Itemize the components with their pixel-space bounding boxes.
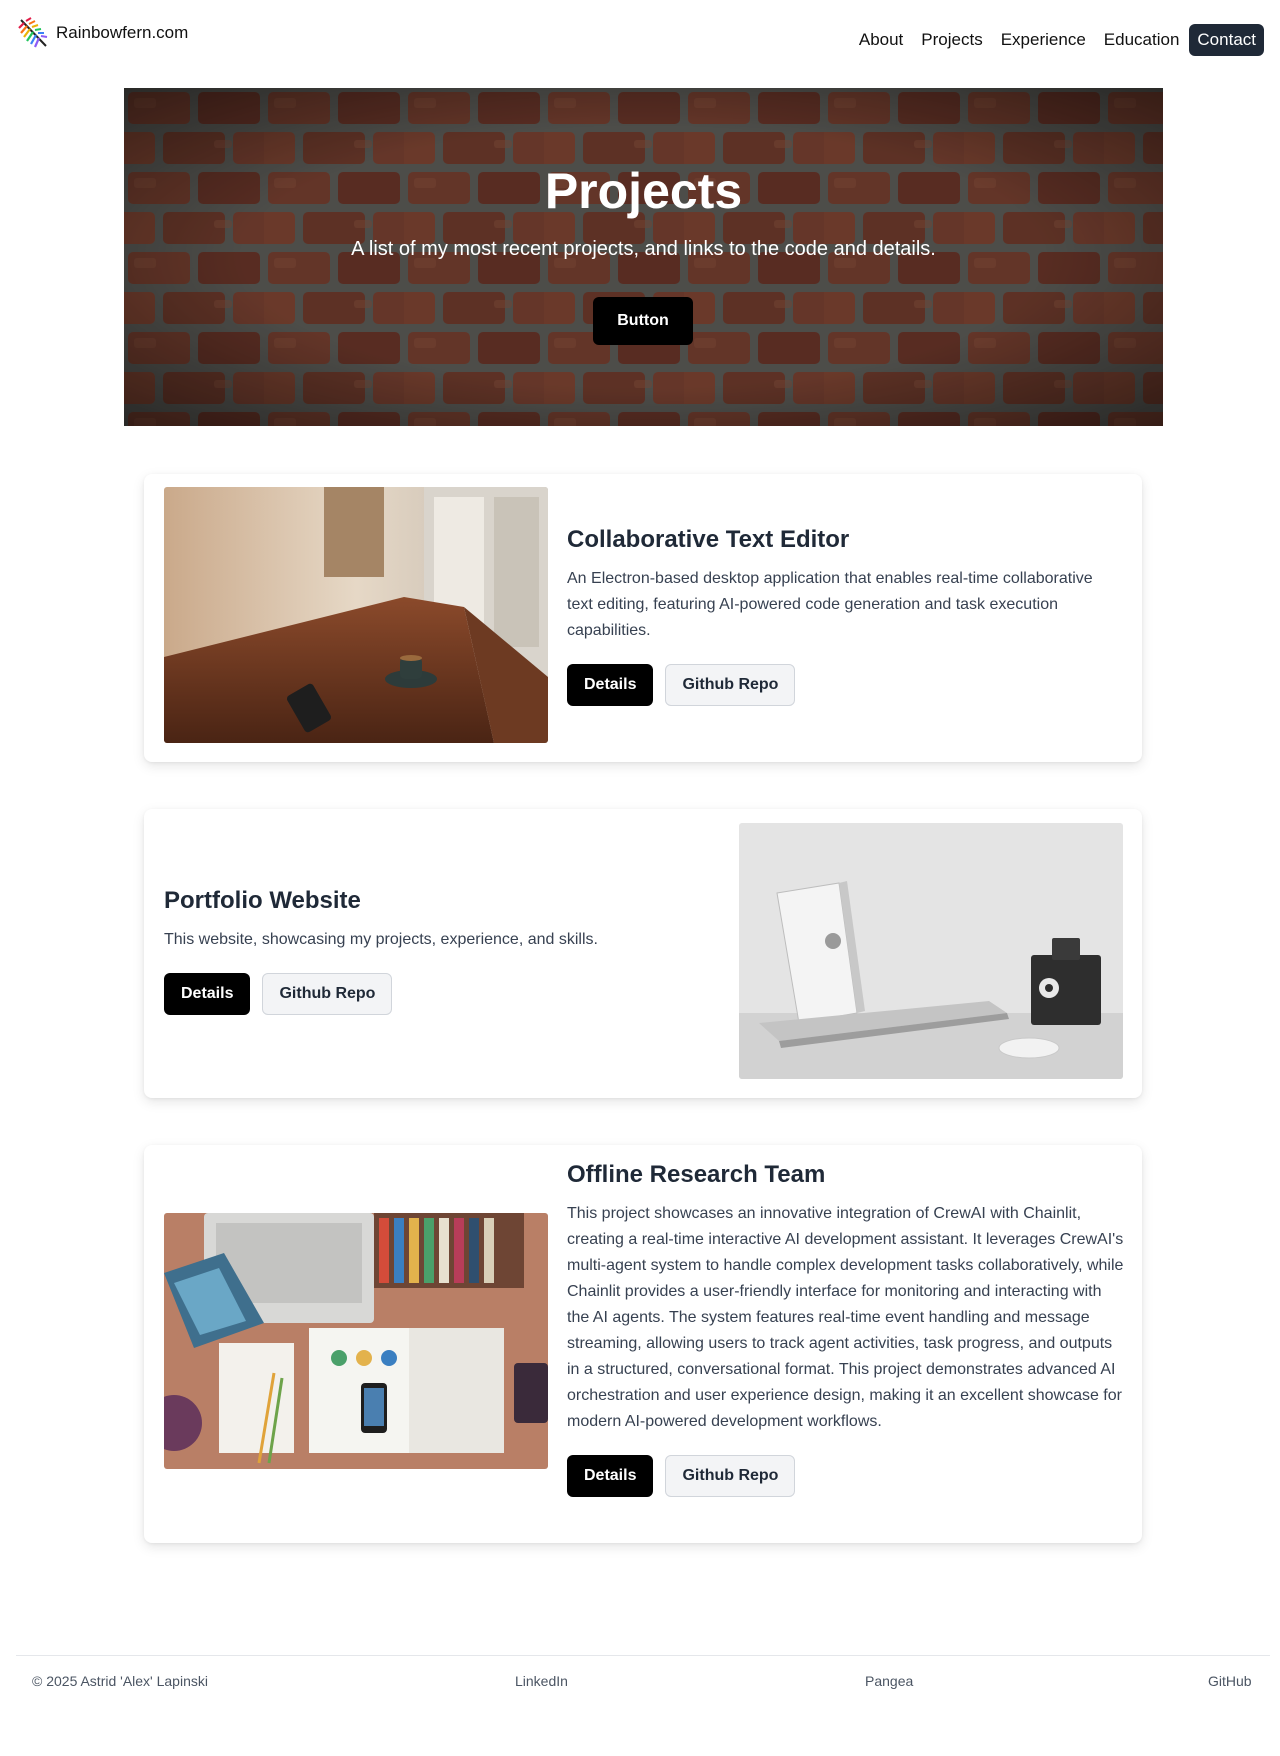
details-button[interactable]: Details	[567, 1455, 654, 1497]
nav-link-projects[interactable]: Projects	[913, 24, 990, 56]
nav-link-about[interactable]: About	[851, 24, 911, 56]
footer-copyright: © 2025 Astrid 'Alex' Lapinski	[32, 1673, 208, 1689]
nav-links: About Projects Experience Education Cont…	[851, 24, 1264, 56]
project-title: Portfolio Website	[164, 887, 361, 914]
navbar: Rainbowfern.com About Projects Experienc…	[0, 0, 1280, 80]
project-description: This project showcases an innovative int…	[567, 1205, 1124, 1430]
project-card-portfolio-website: Portfolio Website This website, showcasi…	[144, 809, 1142, 1098]
details-button[interactable]: Details	[567, 664, 654, 706]
project-image-cafe-table	[164, 487, 548, 743]
project-image-laptop-desk	[739, 823, 1123, 1079]
project-description: This website, showcasing my projects, ex…	[164, 931, 598, 948]
project-body: Portfolio Website This website, showcasi…	[164, 887, 704, 1015]
footer-divider	[16, 1655, 1270, 1656]
hero-subtitle: A list of my most recent projects, and l…	[351, 238, 936, 260]
nav-link-contact[interactable]: Contact	[1189, 24, 1264, 56]
project-actions: Details Github Repo	[567, 664, 1122, 706]
project-body: Collaborative Text Editor An Electron-ba…	[567, 526, 1122, 706]
hero-banner: Projects A list of my most recent projec…	[124, 88, 1163, 426]
project-description: An Electron-based desktop application th…	[567, 570, 1093, 639]
footer-link-pangea[interactable]: Pangea	[865, 1673, 913, 1689]
project-image-design-desk	[164, 1213, 548, 1469]
github-repo-button[interactable]: Github Repo	[665, 664, 796, 706]
project-title: Collaborative Text Editor	[567, 526, 850, 553]
project-actions: Details Github Repo	[567, 1455, 1127, 1497]
hero-title: Projects	[544, 163, 743, 219]
project-title: Offline Research Team	[567, 1161, 826, 1188]
nav-link-education[interactable]: Education	[1096, 24, 1188, 56]
project-card-offline-research-team: Offline Research Team This project showc…	[144, 1145, 1142, 1543]
hero-button[interactable]: Button	[593, 297, 693, 345]
rainbow-fern-logo-icon	[18, 17, 48, 48]
brand-link[interactable]: Rainbowfern.com	[16, 16, 188, 50]
footer-link-github[interactable]: GitHub	[1208, 1673, 1252, 1689]
project-body: Offline Research Team This project showc…	[567, 1161, 1127, 1497]
project-actions: Details Github Repo	[164, 973, 704, 1015]
nav-link-experience[interactable]: Experience	[993, 24, 1094, 56]
footer-link-linkedin[interactable]: LinkedIn	[515, 1673, 568, 1689]
github-repo-button[interactable]: Github Repo	[262, 973, 393, 1015]
brand-name: Rainbowfern.com	[56, 23, 189, 42]
project-card-collaborative-text-editor: Collaborative Text Editor An Electron-ba…	[144, 474, 1142, 762]
details-button[interactable]: Details	[164, 973, 251, 1015]
github-repo-button[interactable]: Github Repo	[665, 1455, 796, 1497]
